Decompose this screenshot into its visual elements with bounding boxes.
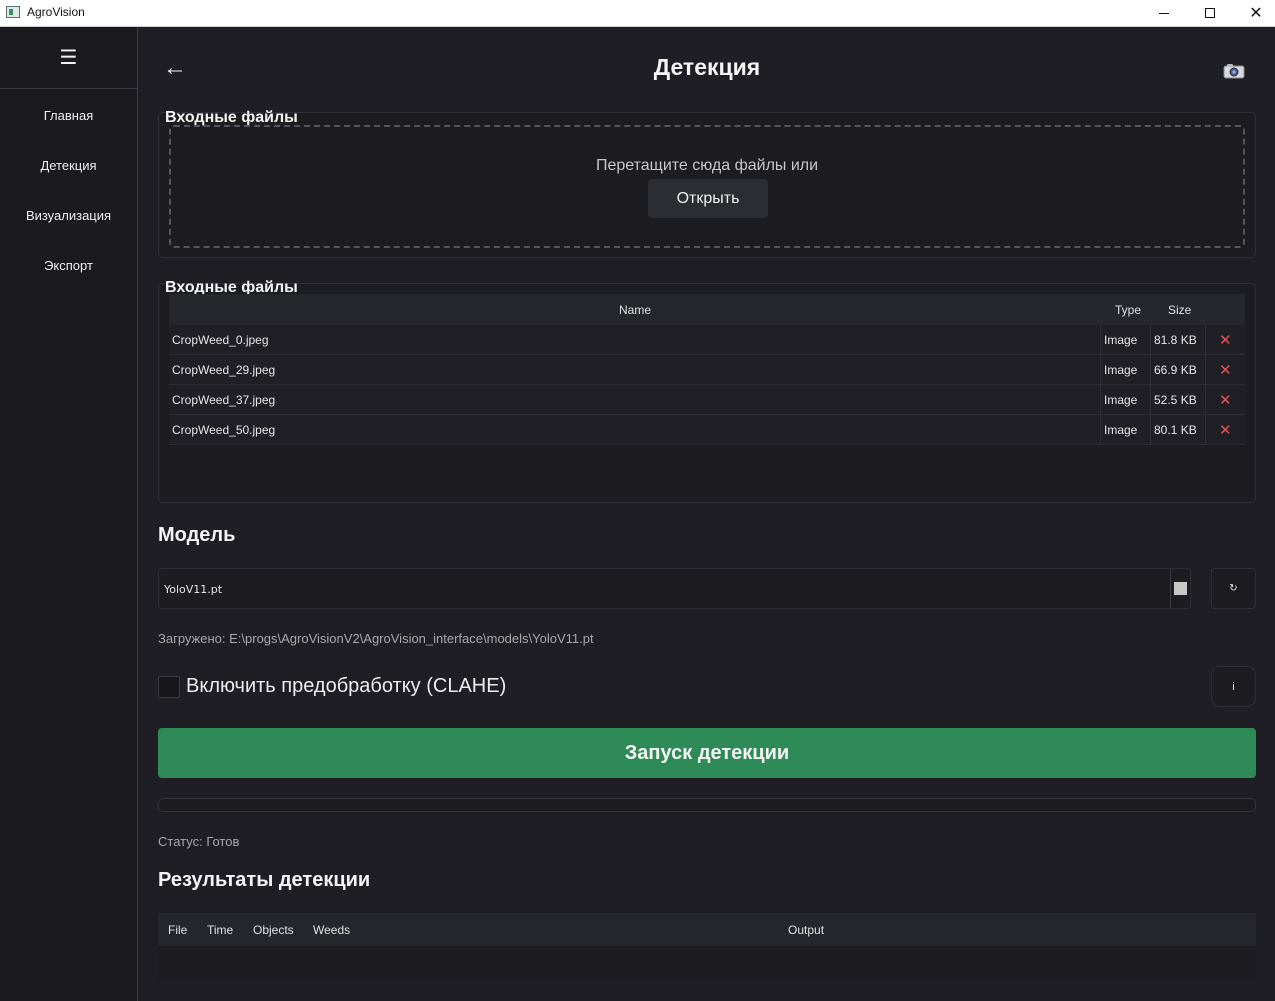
file-dropzone[interactable]: Перетащите сюда файлы или Открыть [169, 125, 1245, 248]
model-loaded-path: Загружено: E:\progs\AgroVisionV2\AgroVis… [158, 631, 594, 646]
minimize-icon [1159, 12, 1169, 14]
results-table-header: File Time Objects Weeds Output [158, 913, 1256, 946]
open-button[interactable]: Открыть [648, 179, 768, 218]
results-table-body [158, 946, 1256, 981]
file-type: Image [1104, 333, 1138, 347]
file-size: 52.5 KB [1154, 393, 1197, 407]
table-row[interactable]: CropWeed_29.jpeg Image 66.9 KB ✕ [169, 355, 1245, 385]
results-table: File Time Objects Weeds Output [158, 913, 1256, 981]
sidebar-item-visualization[interactable]: Визуализация [0, 200, 137, 230]
window-title: AgroVision [27, 5, 85, 19]
file-size: 66.9 KB [1154, 363, 1197, 377]
model-select[interactable]: YoloV11.pt [158, 568, 1191, 609]
column-header-output[interactable]: Output [788, 923, 824, 937]
delete-icon[interactable]: ✕ [1219, 391, 1232, 409]
table-row[interactable]: CropWeed_50.jpeg Image 80.1 KB ✕ [169, 415, 1245, 445]
run-detection-button[interactable]: Запуск детекции [158, 728, 1256, 778]
file-size: 80.1 KB [1154, 423, 1197, 437]
status-text: Статус: Готов [158, 834, 240, 849]
maximize-icon [1205, 8, 1215, 18]
delete-icon[interactable]: ✕ [1219, 421, 1232, 439]
clahe-checkbox[interactable] [158, 676, 180, 698]
sidebar-item-export[interactable]: Экспорт [0, 250, 137, 280]
results-section-title: Результаты детекции [158, 869, 371, 891]
column-header-size[interactable]: Size [1168, 303, 1191, 317]
drop-hint: Перетащите сюда файлы или [595, 157, 819, 174]
main-content: ← Детекция Входные файлы Перетащите сюда… [139, 27, 1275, 1001]
column-header-type[interactable]: Type [1115, 303, 1141, 317]
file-name: CropWeed_50.jpeg [172, 423, 276, 437]
file-name: CropWeed_37.jpeg [172, 393, 276, 407]
column-header-name[interactable]: Name [619, 303, 651, 317]
file-name: CropWeed_0.jpeg [172, 333, 269, 347]
model-select-value: YoloV11.pt [164, 583, 223, 596]
file-size: 81.8 KB [1154, 333, 1197, 347]
refresh-models-button[interactable]: ↻ [1211, 568, 1256, 609]
delete-icon[interactable]: ✕ [1219, 331, 1232, 349]
column-header-file[interactable]: File [168, 923, 187, 937]
file-table: Name Type Size CropWeed_0.jpeg Image 81.… [169, 294, 1245, 445]
file-type: Image [1104, 363, 1138, 377]
clahe-checkbox-label[interactable]: Включить предобработку (CLAHE) [186, 675, 506, 698]
sidebar: ☰ Главная Детекция Визуализация Экспорт [0, 27, 138, 1001]
hamburger-menu-button[interactable]: ☰ [0, 27, 137, 89]
table-row[interactable]: CropWeed_0.jpeg Image 81.8 KB ✕ [169, 325, 1245, 355]
window-titlebar: AgroVision ✕ [0, 0, 1275, 27]
sidebar-item-home[interactable]: Главная [0, 100, 137, 130]
close-window-button[interactable]: ✕ [1233, 0, 1275, 26]
page-title: Детекция [653, 54, 761, 80]
info-button[interactable]: i [1211, 666, 1256, 707]
table-row[interactable]: CropWeed_37.jpeg Image 52.5 KB ✕ [169, 385, 1245, 415]
file-name: CropWeed_29.jpeg [172, 363, 276, 377]
sidebar-item-detection[interactable]: Детекция [0, 150, 137, 180]
file-type: Image [1104, 393, 1138, 407]
minimize-button[interactable] [1141, 0, 1187, 26]
dropdown-arrow-icon[interactable] [1174, 582, 1187, 595]
app-icon [6, 6, 20, 18]
model-section-title: Модель [158, 524, 236, 546]
column-header-objects[interactable]: Objects [253, 923, 294, 937]
delete-icon[interactable]: ✕ [1219, 361, 1232, 379]
column-header-weeds[interactable]: Weeds [313, 923, 350, 937]
maximize-button[interactable] [1187, 0, 1233, 26]
camera-icon[interactable] [1223, 63, 1245, 79]
file-table-header: Name Type Size [169, 294, 1245, 325]
column-header-time[interactable]: Time [207, 923, 233, 937]
progress-bar [158, 798, 1256, 812]
file-type: Image [1104, 423, 1138, 437]
